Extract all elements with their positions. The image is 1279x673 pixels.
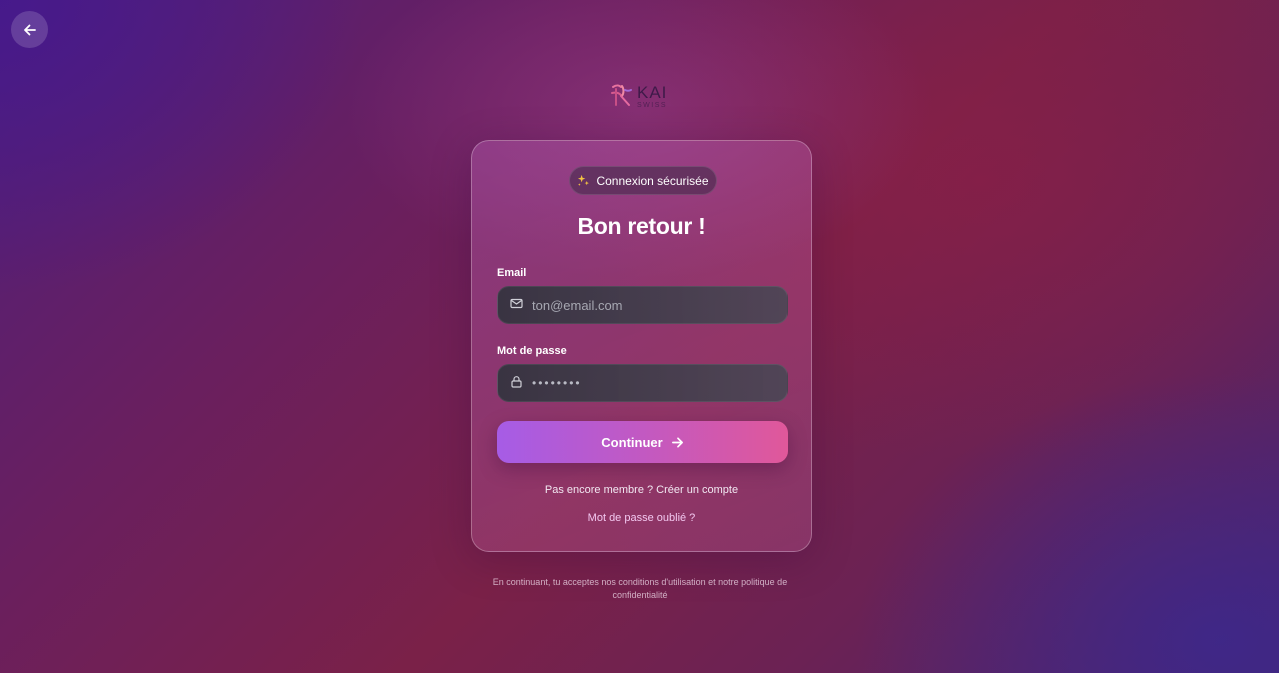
signup-prompt: Pas encore membre ? Créer un compte xyxy=(472,484,811,496)
back-button[interactable] xyxy=(11,11,48,48)
secure-badge: Connexion sécurisée xyxy=(569,166,717,195)
email-label: Email xyxy=(497,267,527,279)
login-card: Connexion sécurisée Bon retour ! Email M… xyxy=(471,140,812,552)
kai-logo-icon xyxy=(611,84,632,106)
create-account-link[interactable]: Créer un compte xyxy=(656,484,738,496)
arrow-right-icon xyxy=(671,436,683,448)
lock-icon xyxy=(511,375,522,388)
password-field-wrapper[interactable]: •••••••• xyxy=(497,364,788,402)
forgot-password-link[interactable]: Mot de passe oublié ? xyxy=(472,512,811,524)
password-input[interactable]: •••••••• xyxy=(532,376,582,390)
logo-name: KAI xyxy=(637,82,668,102)
password-label: Mot de passe xyxy=(497,345,567,357)
continue-button[interactable]: Continuer xyxy=(497,421,788,463)
signup-text: Pas encore membre ? xyxy=(544,484,654,496)
email-input[interactable] xyxy=(532,297,772,313)
arrow-left-icon xyxy=(23,24,36,35)
logo-tagline: SWISS xyxy=(637,101,668,109)
mail-icon xyxy=(510,298,523,308)
continue-button-label: Continuer xyxy=(601,434,663,450)
secure-badge-label: Connexion sécurisée xyxy=(596,173,709,188)
sparkles-icon xyxy=(578,174,590,186)
page-title: Bon retour ! xyxy=(577,213,706,239)
terms-text: En continuant, tu acceptes nos condition… xyxy=(492,577,788,600)
brand-logo: KAI SWISS xyxy=(609,80,671,112)
email-field-wrapper[interactable] xyxy=(497,286,788,324)
